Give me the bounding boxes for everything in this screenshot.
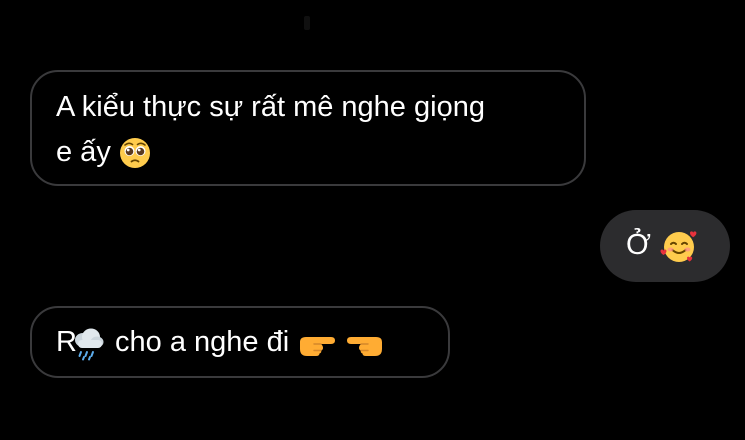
message-text: e ấy: [56, 136, 111, 168]
message-text: Ở: [626, 229, 651, 261]
pleading-face-icon: [119, 137, 151, 169]
pointing-right-icon: [297, 328, 337, 358]
message-text: A kiểu thực sự rất mê nghe giọng: [56, 91, 485, 123]
message-text: cho a nghe đi: [115, 326, 290, 358]
typing-indicator-dot: [304, 16, 310, 30]
message-bubble-incoming[interactable]: R cho a nghe đi: [30, 306, 450, 378]
message-line: e ấy: [56, 130, 560, 175]
message-bubble-incoming[interactable]: A kiểu thực sự rất mê nghe giọng e ấy: [30, 70, 586, 186]
chat-screen: A kiểu thực sự rất mê nghe giọng e ấy Ở …: [0, 0, 745, 440]
message-bubble-outgoing[interactable]: Ở: [600, 210, 730, 282]
message-line: A kiểu thực sự rất mê nghe giọng: [56, 85, 560, 130]
pointing-left-icon: [345, 328, 385, 358]
rain-cloud-icon: [69, 324, 107, 362]
smiling-face-with-hearts-icon: [659, 227, 699, 265]
